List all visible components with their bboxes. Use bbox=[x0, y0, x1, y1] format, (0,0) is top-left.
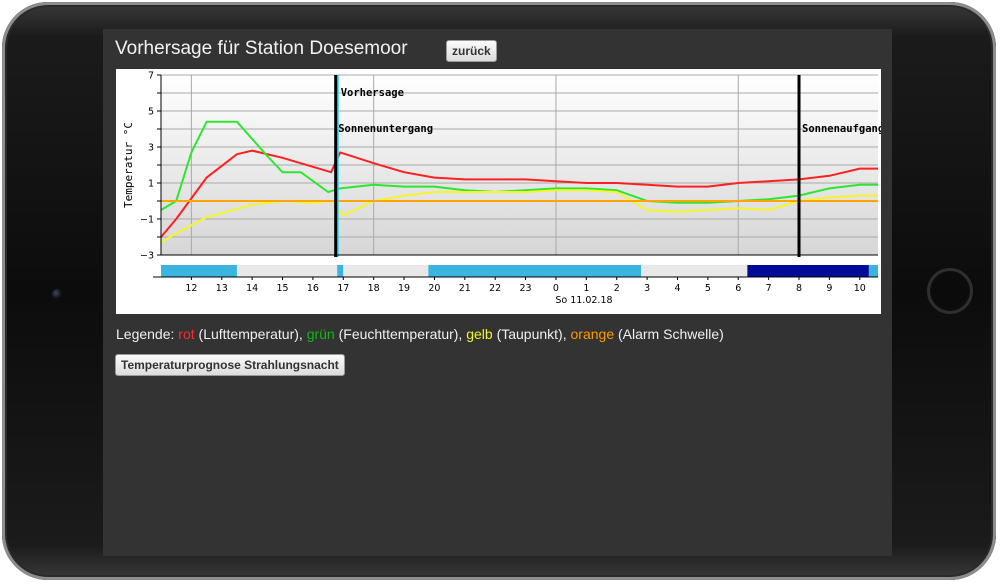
legend-green-desc: (Feuchttemperatur), bbox=[334, 326, 467, 342]
x-tick-label: 8 bbox=[796, 283, 802, 294]
forecast-chart: Vorhersage Sonnenuntergang Sonnenaufgang −… bbox=[116, 69, 884, 314]
x-tick-label: 16 bbox=[307, 283, 319, 294]
x-tick-label: 18 bbox=[368, 283, 380, 294]
legend-red-desc: (Lufttemperatur), bbox=[194, 326, 307, 342]
x-tick-label: 17 bbox=[337, 283, 349, 294]
sky-bar-segment bbox=[641, 265, 748, 277]
home-button[interactable] bbox=[927, 268, 973, 314]
legend-red-word: rot bbox=[178, 326, 195, 342]
x-tick-label: 5 bbox=[705, 283, 711, 294]
legend: Legende: rot (Lufttemperatur), grün (Feu… bbox=[116, 326, 724, 342]
y-tick-label: 3 bbox=[148, 143, 154, 154]
y-tick-label: −1 bbox=[140, 215, 154, 226]
y-tick-label: 1 bbox=[148, 179, 154, 190]
x-tick-label: 0 bbox=[553, 283, 559, 294]
back-button[interactable]: zurück bbox=[446, 40, 497, 62]
x-tick-label: 12 bbox=[185, 283, 197, 294]
x-tick-label: 4 bbox=[674, 283, 680, 294]
marker-label-sunset: Sonnenuntergang bbox=[338, 123, 433, 135]
legend-orange-word: orange bbox=[570, 326, 615, 342]
page-title: Vorhersage für Station Doesemoor bbox=[115, 38, 408, 59]
x-tick-label: 13 bbox=[216, 283, 228, 294]
legend-yellow-desc: (Taupunkt), bbox=[492, 326, 571, 342]
y-axis-label: Temperatur °C bbox=[122, 122, 135, 208]
marker-label-sunrise: Sonnenaufgang bbox=[802, 123, 881, 135]
x-tick-label: 19 bbox=[398, 283, 410, 294]
sky-bar-segment bbox=[747, 265, 869, 277]
sky-bar-segment bbox=[868, 265, 878, 277]
marker-label-forecast: Vorhersage bbox=[341, 87, 404, 99]
sky-bar-segment bbox=[337, 265, 344, 277]
x-tick-label: 14 bbox=[246, 283, 258, 294]
y-tick-label: 7 bbox=[148, 71, 154, 82]
x-tick-label: 7 bbox=[766, 283, 772, 294]
x-tick-label: 1 bbox=[583, 283, 589, 294]
x-tick-label: 9 bbox=[826, 283, 832, 294]
sky-bar-segment bbox=[343, 265, 429, 277]
sky-bar-segment bbox=[236, 265, 338, 277]
legend-yellow-word: gelb bbox=[466, 326, 493, 342]
sky-bar-segment bbox=[428, 265, 642, 277]
sky-bar-segment bbox=[161, 265, 237, 277]
x-tick-label: 15 bbox=[276, 283, 288, 294]
x-tick-label: 3 bbox=[644, 283, 650, 294]
camera-icon bbox=[52, 289, 62, 299]
x-tick-label: 6 bbox=[735, 283, 741, 294]
x-tick-label: 21 bbox=[459, 283, 471, 294]
radiation-night-forecast-button[interactable]: Temperaturprognose Strahlungsnacht bbox=[115, 354, 345, 376]
y-tick-label: −3 bbox=[140, 251, 154, 262]
screen: Vorhersage für Station Doesemoor zurück … bbox=[103, 29, 892, 556]
x-date-label: So 11.02.18 bbox=[555, 295, 612, 306]
legend-green-word: grün bbox=[306, 326, 335, 342]
legend-prefix: Legende: bbox=[116, 326, 179, 342]
legend-orange-desc: (Alarm Schwelle) bbox=[614, 326, 724, 342]
x-tick-label: 23 bbox=[520, 283, 532, 294]
x-tick-label: 22 bbox=[489, 283, 501, 294]
forecast-chart-svg: Vorhersage Sonnenuntergang Sonnenaufgang −… bbox=[122, 71, 884, 307]
x-tick-label: 10 bbox=[854, 283, 866, 294]
x-tick-label: 2 bbox=[614, 283, 620, 294]
y-tick-label: 5 bbox=[148, 107, 154, 118]
x-tick-label: 20 bbox=[428, 283, 440, 294]
